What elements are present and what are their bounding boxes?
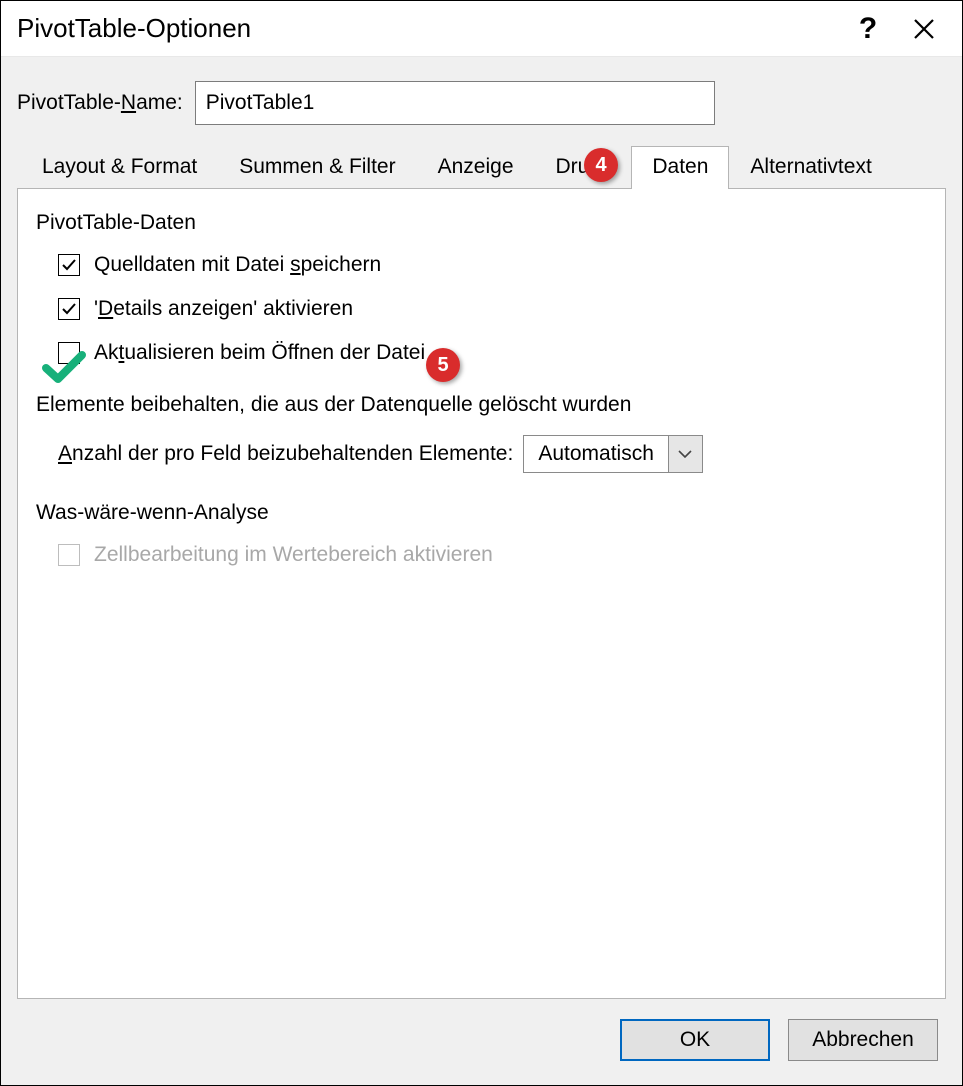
chevron-down-icon: [678, 450, 692, 458]
checkbox-label-zellbearbeitung: Zellbearbeitung im Wertebereich aktivier…: [94, 543, 493, 567]
checkbox-quelldaten-speichern[interactable]: [58, 254, 80, 276]
green-check-icon: [42, 350, 86, 384]
checkmark-icon: [61, 257, 77, 273]
retain-items-select[interactable]: Automatisch: [523, 435, 703, 473]
retain-items-value: Automatisch: [524, 442, 668, 466]
tab-panel-daten: PivotTable-Daten Quelldaten mit Datei sp…: [17, 188, 946, 999]
section-pivottable-daten: PivotTable-Daten: [36, 211, 927, 235]
checkbox-row-details: 'Details anzeigen' aktivieren: [58, 297, 927, 321]
checkbox-details-anzeigen[interactable]: [58, 298, 80, 320]
dialog-title: PivotTable-Optionen: [17, 13, 840, 44]
pivottable-name-label: PivotTable-Name:: [17, 91, 183, 115]
cancel-button[interactable]: Abbrechen: [788, 1019, 938, 1061]
checkbox-label-aktualisieren: Aktualisieren beim Öffnen der Datei: [94, 341, 425, 365]
section-elemente-beibehalten: Elemente beibehalten, die aus der Datenq…: [36, 393, 927, 417]
checkbox-zellbearbeitung: [58, 544, 80, 566]
annotation-badge-5: 5: [426, 348, 460, 382]
tab-daten[interactable]: Daten: [631, 146, 729, 189]
checkbox-label-quelldaten: Quelldaten mit Datei speichern: [94, 253, 381, 277]
tab-layout-format[interactable]: Layout & Format: [21, 146, 218, 189]
retain-items-row: Anzahl der pro Feld beizubehaltenden Ele…: [58, 435, 927, 473]
close-icon: [913, 18, 935, 40]
tab-alternativtext[interactable]: Alternativtext: [729, 146, 892, 189]
checkbox-row-aktualisieren: Aktualisieren beim Öffnen der Datei: [58, 341, 927, 365]
dialog-footer: OK Abbrechen: [1, 999, 962, 1085]
close-button[interactable]: [896, 1, 952, 57]
checkbox-row-quelldaten: Quelldaten mit Datei speichern: [58, 253, 927, 277]
section-was-waere-wenn: Was-wäre-wenn-Analyse: [36, 501, 927, 525]
ok-button[interactable]: OK: [620, 1019, 770, 1061]
checkmark-icon: [61, 301, 77, 317]
tab-strip: Layout & Format Summen & Filter Anzeige …: [1, 145, 962, 188]
titlebar: PivotTable-Optionen ?: [1, 1, 962, 57]
retain-items-label: Anzahl der pro Feld beizubehaltenden Ele…: [58, 442, 513, 466]
annotation-badge-4: 4: [584, 148, 618, 182]
checkbox-label-details: 'Details anzeigen' aktivieren: [94, 297, 353, 321]
annotation-green-checkmark: [42, 350, 86, 390]
tab-summen-filter[interactable]: Summen & Filter: [218, 146, 416, 189]
tab-anzeige[interactable]: Anzeige: [417, 146, 535, 189]
pivottable-name-input[interactable]: [195, 81, 715, 125]
select-dropdown-button[interactable]: [668, 436, 702, 472]
name-row: PivotTable-Name:: [1, 57, 962, 145]
help-button[interactable]: ?: [840, 1, 896, 57]
pivottable-options-dialog: PivotTable-Optionen ? PivotTable-Name: L…: [0, 0, 963, 1086]
checkbox-row-zellbearbeitung: Zellbearbeitung im Wertebereich aktivier…: [58, 543, 927, 567]
